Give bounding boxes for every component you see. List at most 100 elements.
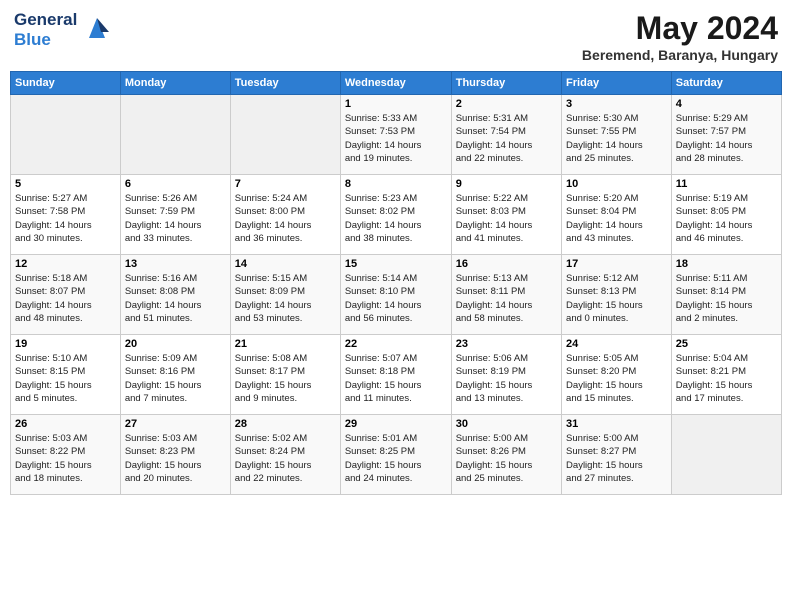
day-info: Sunrise: 5:02 AM Sunset: 8:24 PM Dayligh… <box>235 432 336 485</box>
day-number: 6 <box>125 178 226 190</box>
title-block: May 2024 Beremend, Baranya, Hungary <box>582 10 778 63</box>
day-number: 18 <box>676 258 777 270</box>
calendar-table: SundayMondayTuesdayWednesdayThursdayFrid… <box>10 71 782 495</box>
calendar-cell: 6Sunrise: 5:26 AM Sunset: 7:59 PM Daylig… <box>120 175 230 255</box>
day-number: 3 <box>566 98 667 110</box>
day-number: 12 <box>15 258 116 270</box>
day-number: 19 <box>15 338 116 350</box>
day-number: 27 <box>125 418 226 430</box>
day-number: 26 <box>15 418 116 430</box>
day-info: Sunrise: 5:18 AM Sunset: 8:07 PM Dayligh… <box>15 272 116 325</box>
calendar-week-row: 5 Sunrise: 5:27 AM Sunset: 7:58 PM Daylig… <box>11 175 782 255</box>
calendar-week-row: 12 Sunrise: 5:18 AM Sunset: 8:07 PM Dayli… <box>11 255 782 335</box>
calendar-cell: 31 Sunrise: 5:00 AM Sunset: 8:27 PM Dayli… <box>562 415 672 495</box>
day-info: Sunrise: 5:30 AM Sunset: 7:55 PM Dayligh… <box>566 112 667 165</box>
day-info: Sunrise: 5:09 AM Sunset: 8:16 PM Dayligh… <box>125 352 226 405</box>
day-number: 1 <box>345 98 447 110</box>
day-info: Sunrise: 5:03 AM Sunset: 8:23 PM Dayligh… <box>125 432 226 485</box>
month-title: May 2024 <box>582 10 778 47</box>
day-number: 21 <box>235 338 336 350</box>
calendar-cell: 23 Sunrise: 5:06 AM Sunset: 8:19 PM Dayli… <box>451 335 561 415</box>
day-number: 11 <box>676 178 777 190</box>
weekday-header: Wednesday <box>340 72 451 95</box>
day-number: 5 <box>15 178 116 190</box>
day-number: 17 <box>566 258 667 270</box>
calendar-cell: 19 Sunrise: 5:10 AM Sunset: 8:15 PM Dayli… <box>11 335 121 415</box>
day-info: Sunrise: 5:05 AM Sunset: 8:20 PM Dayligh… <box>566 352 667 405</box>
calendar-week-row: 26 Sunrise: 5:03 AM Sunset: 8:22 PM Dayli… <box>11 415 782 495</box>
calendar-cell: 7 Sunrise: 5:24 AM Sunset: 8:00 PM Daylig… <box>230 175 340 255</box>
day-info: Sunrise: 5:16 AM Sunset: 8:08 PM Dayligh… <box>125 272 226 325</box>
calendar-cell: 25 Sunrise: 5:04 AM Sunset: 8:21 PM Dayli… <box>671 335 781 415</box>
day-number: 7 <box>235 178 336 190</box>
calendar-cell: 26 Sunrise: 5:03 AM Sunset: 8:22 PM Dayli… <box>11 415 121 495</box>
logo-icon <box>81 14 113 42</box>
day-number: 13 <box>125 258 226 270</box>
day-number: 14 <box>235 258 336 270</box>
calendar-cell: 4Sunrise: 5:29 AM Sunset: 7:57 PM Daylig… <box>671 95 781 175</box>
day-info: Sunrise: 5:00 AM Sunset: 8:26 PM Dayligh… <box>456 432 557 485</box>
day-info: Sunrise: 5:24 AM Sunset: 8:00 PM Dayligh… <box>235 192 336 245</box>
calendar-cell: 14 Sunrise: 5:15 AM Sunset: 8:09 PM Dayli… <box>230 255 340 335</box>
calendar-cell <box>11 95 121 175</box>
day-number: 8 <box>345 178 447 190</box>
calendar-cell: 16Sunrise: 5:13 AM Sunset: 8:11 PM Dayli… <box>451 255 561 335</box>
calendar-cell: 10 Sunrise: 5:20 AM Sunset: 8:04 PM Dayli… <box>562 175 672 255</box>
calendar-cell <box>120 95 230 175</box>
calendar-cell: 30 Sunrise: 5:00 AM Sunset: 8:26 PM Dayli… <box>451 415 561 495</box>
day-number: 29 <box>345 418 447 430</box>
day-info: Sunrise: 5:10 AM Sunset: 8:15 PM Dayligh… <box>15 352 116 405</box>
calendar-cell: 11Sunrise: 5:19 AM Sunset: 8:05 PM Dayli… <box>671 175 781 255</box>
weekday-header: Saturday <box>671 72 781 95</box>
calendar-week-row: 1 Sunrise: 5:33 AM Sunset: 7:53 PM Daylig… <box>11 95 782 175</box>
day-info: Sunrise: 5:29 AM Sunset: 7:57 PM Dayligh… <box>676 112 777 165</box>
calendar-cell: 27 Sunrise: 5:03 AM Sunset: 8:23 PM Dayli… <box>120 415 230 495</box>
logo-line2: Blue <box>14 30 77 50</box>
calendar-cell: 3 Sunrise: 5:30 AM Sunset: 7:55 PM Daylig… <box>562 95 672 175</box>
day-info: Sunrise: 5:23 AM Sunset: 8:02 PM Dayligh… <box>345 192 447 245</box>
calendar-cell: 18 Sunrise: 5:11 AM Sunset: 8:14 PM Dayli… <box>671 255 781 335</box>
calendar-cell: 12 Sunrise: 5:18 AM Sunset: 8:07 PM Dayli… <box>11 255 121 335</box>
day-number: 28 <box>235 418 336 430</box>
day-info: Sunrise: 5:01 AM Sunset: 8:25 PM Dayligh… <box>345 432 447 485</box>
logo-line1: General <box>14 10 77 30</box>
day-info: Sunrise: 5:20 AM Sunset: 8:04 PM Dayligh… <box>566 192 667 245</box>
calendar-cell: 5 Sunrise: 5:27 AM Sunset: 7:58 PM Daylig… <box>11 175 121 255</box>
weekday-header: Monday <box>120 72 230 95</box>
calendar-cell: 28 Sunrise: 5:02 AM Sunset: 8:24 PM Dayli… <box>230 415 340 495</box>
day-number: 31 <box>566 418 667 430</box>
day-info: Sunrise: 5:03 AM Sunset: 8:22 PM Dayligh… <box>15 432 116 485</box>
day-info: Sunrise: 5:07 AM Sunset: 8:18 PM Dayligh… <box>345 352 447 405</box>
day-info: Sunrise: 5:00 AM Sunset: 8:27 PM Dayligh… <box>566 432 667 485</box>
calendar-cell: 15Sunrise: 5:14 AM Sunset: 8:10 PM Dayli… <box>340 255 451 335</box>
day-info: Sunrise: 5:12 AM Sunset: 8:13 PM Dayligh… <box>566 272 667 325</box>
weekday-header: Friday <box>562 72 672 95</box>
calendar-cell: 22Sunrise: 5:07 AM Sunset: 8:18 PM Dayli… <box>340 335 451 415</box>
day-info: Sunrise: 5:33 AM Sunset: 7:53 PM Dayligh… <box>345 112 447 165</box>
day-number: 23 <box>456 338 557 350</box>
day-number: 10 <box>566 178 667 190</box>
calendar-cell: 24 Sunrise: 5:05 AM Sunset: 8:20 PM Dayli… <box>562 335 672 415</box>
day-info: Sunrise: 5:04 AM Sunset: 8:21 PM Dayligh… <box>676 352 777 405</box>
day-number: 30 <box>456 418 557 430</box>
day-info: Sunrise: 5:22 AM Sunset: 8:03 PM Dayligh… <box>456 192 557 245</box>
calendar-cell: 29 Sunrise: 5:01 AM Sunset: 8:25 PM Dayli… <box>340 415 451 495</box>
weekday-header: Tuesday <box>230 72 340 95</box>
day-number: 20 <box>125 338 226 350</box>
day-info: Sunrise: 5:27 AM Sunset: 7:58 PM Dayligh… <box>15 192 116 245</box>
day-info: Sunrise: 5:06 AM Sunset: 8:19 PM Dayligh… <box>456 352 557 405</box>
day-number: 9 <box>456 178 557 190</box>
day-number: 16 <box>456 258 557 270</box>
day-number: 24 <box>566 338 667 350</box>
weekday-header: Sunday <box>11 72 121 95</box>
day-info: Sunrise: 5:08 AM Sunset: 8:17 PM Dayligh… <box>235 352 336 405</box>
day-number: 15 <box>345 258 447 270</box>
calendar-cell: 13 Sunrise: 5:16 AM Sunset: 8:08 PM Dayli… <box>120 255 230 335</box>
day-info: Sunrise: 5:31 AM Sunset: 7:54 PM Dayligh… <box>456 112 557 165</box>
day-info: Sunrise: 5:15 AM Sunset: 8:09 PM Dayligh… <box>235 272 336 325</box>
weekday-header: Thursday <box>451 72 561 95</box>
calendar-cell: 1 Sunrise: 5:33 AM Sunset: 7:53 PM Daylig… <box>340 95 451 175</box>
page-header: General Blue May 2024 Beremend, Baranya,… <box>10 10 782 63</box>
day-info: Sunrise: 5:11 AM Sunset: 8:14 PM Dayligh… <box>676 272 777 325</box>
day-number: 25 <box>676 338 777 350</box>
